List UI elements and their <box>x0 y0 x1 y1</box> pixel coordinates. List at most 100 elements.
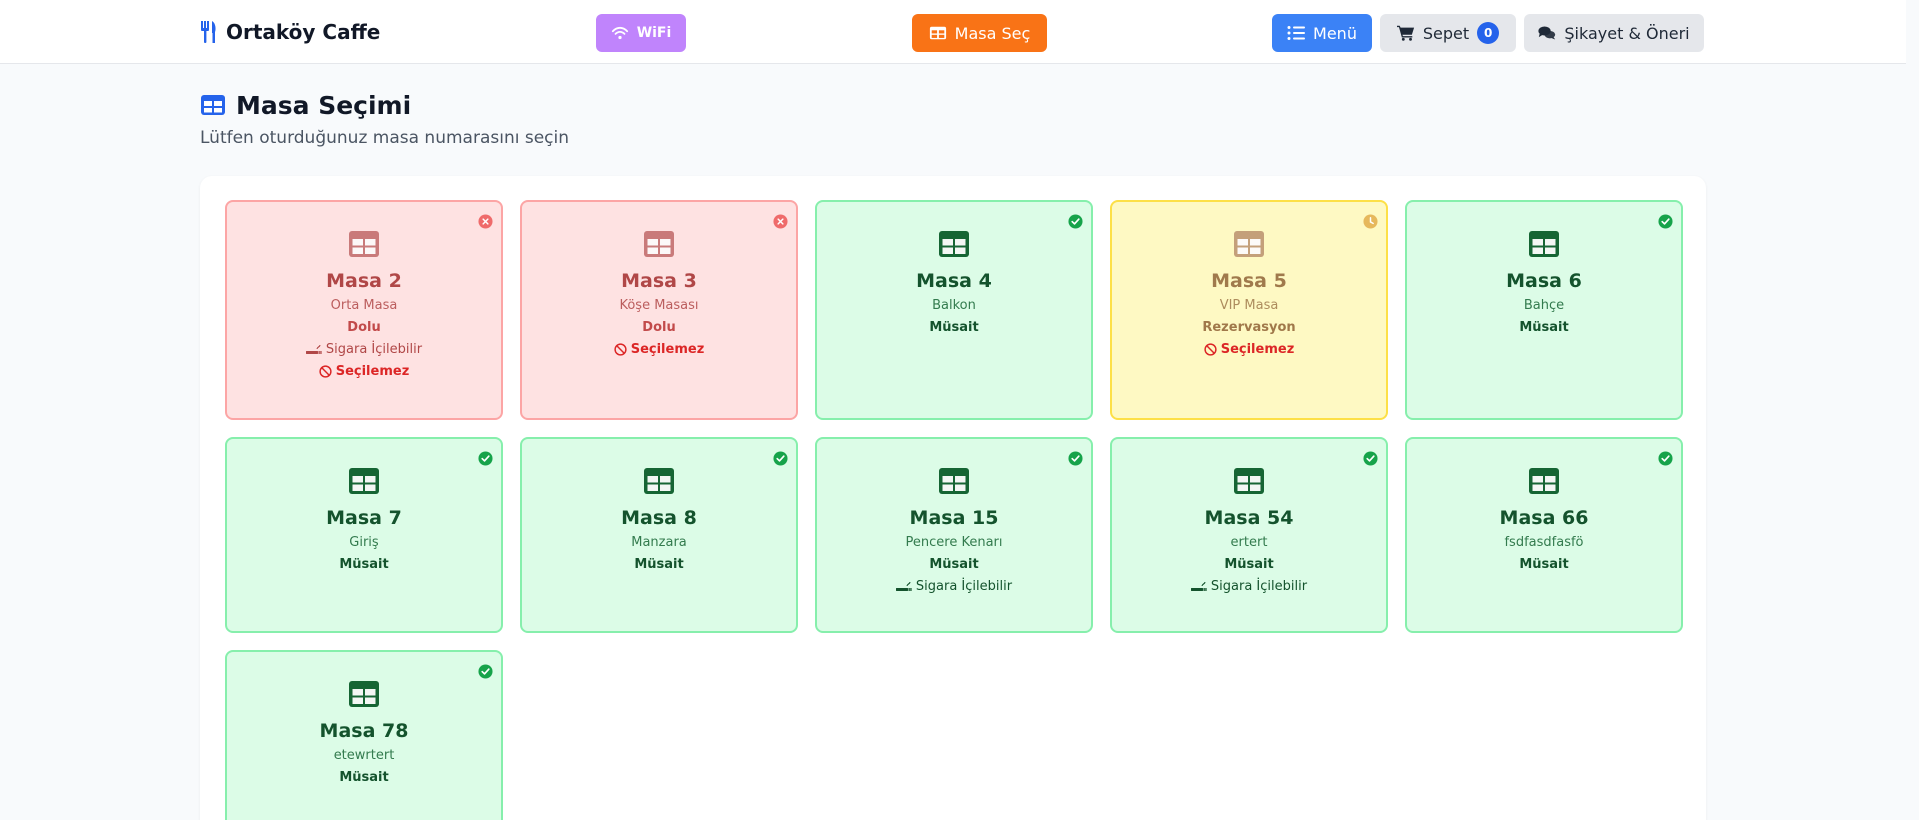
x-circle-icon <box>478 214 493 229</box>
table-card[interactable]: Masa 2 Orta Masa Dolu Sigara İçilebilir Seçi… <box>225 200 503 420</box>
table-card[interactable]: Masa 6 Bahçe Müsait <box>1405 200 1683 420</box>
table-status: Müsait <box>929 557 979 572</box>
not-selectable-label: Seçilemez <box>335 364 410 379</box>
table-card[interactable]: Masa 7 Giriş Müsait <box>225 437 503 633</box>
table-name: Masa 4 <box>916 270 992 292</box>
list-icon <box>1287 26 1306 40</box>
menu-button[interactable]: Menü <box>1272 14 1372 52</box>
table-name: Masa 3 <box>621 270 697 292</box>
table-card[interactable]: Masa 3 Köşe Masası Dolu Seçilemez <box>520 200 798 420</box>
wifi-button[interactable]: WiFi <box>596 14 686 52</box>
not-selectable-label: Seçilemez <box>1220 342 1295 357</box>
table-status: Müsait <box>339 770 389 785</box>
check-circle-icon <box>1658 214 1673 229</box>
table-status: Dolu <box>642 320 676 335</box>
table-card[interactable]: Masa 66 fsdfasdfasfö Müsait <box>1405 437 1683 633</box>
smoking-label: Sigara İçilebilir <box>325 342 423 357</box>
table-icon <box>1529 231 1559 257</box>
table-icon <box>349 681 379 707</box>
clock-icon <box>1363 214 1378 229</box>
table-icon <box>1234 468 1264 494</box>
table-name: Masa 54 <box>1204 507 1294 529</box>
smoking-label: Sigara İçilebilir <box>915 579 1013 594</box>
check-circle-icon <box>478 664 493 679</box>
not-selectable: Seçilemez <box>1112 342 1386 357</box>
check-circle-icon <box>773 451 788 466</box>
table-name: Masa 2 <box>326 270 402 292</box>
table-name: Masa 5 <box>1211 270 1287 292</box>
brand-name: Ortaköy Caffe <box>226 20 381 44</box>
table-card[interactable]: Masa 5 VIP Masa Rezervasyon Seçilemez <box>1110 200 1388 420</box>
table-icon <box>644 468 674 494</box>
sepet-button[interactable]: Sepet 0 <box>1380 14 1516 52</box>
page-title-text: Masa Seçimi <box>236 90 412 120</box>
table-icon <box>939 468 969 494</box>
table-location: Köşe Masası <box>619 298 699 313</box>
table-location: Balkon <box>932 298 976 313</box>
sikayet-button[interactable]: Şikayet & Öneri <box>1524 14 1704 52</box>
table-card[interactable]: Masa 8 Manzara Müsait <box>520 437 798 633</box>
table-status: Dolu <box>347 320 381 335</box>
table-status: Müsait <box>929 320 979 335</box>
brand[interactable]: Ortaköy Caffe <box>200 18 380 46</box>
cart-count-badge: 0 <box>1477 22 1500 44</box>
utensils-icon <box>201 21 216 43</box>
table-location: Giriş <box>349 535 379 550</box>
table-status: Rezervasyon <box>1202 320 1296 335</box>
table-name: Masa 7 <box>326 507 402 529</box>
table-card[interactable]: Masa 78 etewrtert Müsait <box>225 650 503 820</box>
table-location: Manzara <box>631 535 687 550</box>
menu-label: Menü <box>1313 23 1357 43</box>
sikayet-label: Şikayet & Öneri <box>1564 23 1690 43</box>
x-circle-icon <box>773 214 788 229</box>
table-status: Müsait <box>634 557 684 572</box>
table-location: Pencere Kenarı <box>905 535 1003 550</box>
check-circle-icon <box>1363 451 1378 466</box>
table-status: Müsait <box>339 557 389 572</box>
top-navbar: Ortaköy Caffe WiFi Masa Seç Menü Sepet 0… <box>0 0 1906 64</box>
table-icon <box>349 468 379 494</box>
wifi-label: WiFi <box>636 25 672 41</box>
table-status: Müsait <box>1519 320 1569 335</box>
table-location: etewrtert <box>333 748 395 763</box>
table-card[interactable]: Masa 15 Pencere Kenarı Müsait Sigara İçileb… <box>815 437 1093 633</box>
check-circle-icon <box>1068 214 1083 229</box>
table-icon <box>1529 468 1559 494</box>
table-grid: Masa 2 Orta Masa Dolu Sigara İçilebilir Seçi… <box>225 200 1683 820</box>
table-status: Müsait <box>1224 557 1274 572</box>
table-name: Masa 66 <box>1499 507 1589 529</box>
ban-icon <box>319 365 332 378</box>
table-icon <box>349 231 379 257</box>
table-name: Masa 6 <box>1506 270 1582 292</box>
table-icon <box>929 26 946 40</box>
table-location: Orta Masa <box>330 298 398 313</box>
smoking-allowed: Sigara İçilebilir <box>817 579 1091 594</box>
wifi-icon <box>611 26 628 40</box>
table-icon <box>201 95 225 115</box>
table-card[interactable]: Masa 4 Balkon Müsait <box>815 200 1093 420</box>
table-location: VIP Masa <box>1219 298 1279 313</box>
table-status: Müsait <box>1519 557 1569 572</box>
not-selectable: Seçilemez <box>227 364 501 379</box>
page-subtitle: Lütfen oturduğunuz masa numarasını seçin <box>200 128 570 148</box>
table-card[interactable]: Masa 54 ertert Müsait Sigara İçilebilir <box>1110 437 1388 633</box>
check-circle-icon <box>1658 451 1673 466</box>
table-location: ertert <box>1230 535 1268 550</box>
masa-sec-button[interactable]: Masa Seç <box>912 14 1047 52</box>
check-circle-icon <box>478 451 493 466</box>
ban-icon <box>1204 343 1217 356</box>
ban-icon <box>614 343 627 356</box>
table-icon <box>644 231 674 257</box>
table-icon <box>939 231 969 257</box>
not-selectable: Seçilemez <box>522 342 796 357</box>
comments-icon <box>1538 26 1556 40</box>
table-name: Masa 78 <box>319 720 409 742</box>
smoking-icon <box>1190 581 1207 591</box>
table-icon <box>1234 231 1264 257</box>
smoking-allowed: Sigara İçilebilir <box>1112 579 1386 594</box>
table-name: Masa 15 <box>909 507 999 529</box>
table-location: Bahçe <box>1523 298 1565 313</box>
table-location: fsdfasdfasfö <box>1504 535 1584 550</box>
smoking-icon <box>305 344 322 354</box>
smoking-allowed: Sigara İçilebilir <box>227 342 501 357</box>
